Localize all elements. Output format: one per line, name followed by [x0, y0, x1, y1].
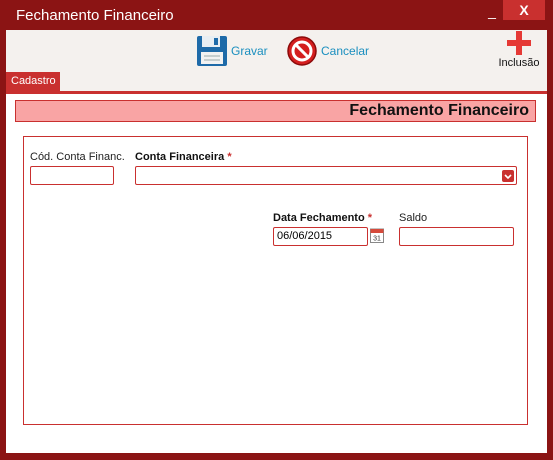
window-title: Fechamento Financeiro: [16, 7, 174, 24]
floppy-disk-icon: [197, 36, 227, 66]
data-fechamento-field[interactable]: 06/06/2015: [273, 227, 368, 246]
close-button[interactable]: X: [503, 0, 545, 20]
form-header: Fechamento Financeiro: [15, 100, 536, 122]
chevron-down-icon[interactable]: [502, 170, 514, 182]
plus-icon: [507, 31, 531, 55]
calendar-icon[interactable]: 31: [370, 227, 384, 243]
gravar-button[interactable]: Gravar: [196, 34, 268, 68]
cod-conta-field[interactable]: [30, 166, 114, 185]
data-fechamento-label: Data Fechamento *: [273, 212, 373, 224]
toolbar: Gravar Cancelar Inclusão: [6, 30, 547, 72]
cancel-icon: [287, 36, 317, 66]
tab-cadastro[interactable]: Cadastro: [6, 72, 60, 91]
window-titlebar: Fechamento Financeiro _ X: [0, 0, 553, 30]
calendar-day: 31: [373, 236, 381, 243]
gravar-label: Gravar: [231, 44, 268, 58]
conta-financeira-select[interactable]: [135, 166, 517, 185]
minimize-button[interactable]: _: [481, 2, 503, 22]
saldo-field[interactable]: [399, 227, 514, 246]
inclusao-button[interactable]: Inclusão: [496, 30, 542, 70]
cancelar-label: Cancelar: [321, 44, 370, 58]
cancelar-button[interactable]: Cancelar: [286, 34, 369, 68]
saldo-label: Saldo: [399, 212, 428, 224]
tab-bar: Cadastro: [6, 72, 547, 94]
conta-financeira-label: Conta Financeira *: [135, 151, 232, 163]
cod-conta-label: Cód. Conta Financ.: [30, 151, 125, 163]
window-content: Gravar Cancelar Inclusão Cadastro Fecham…: [6, 30, 547, 453]
form-header-title: Fechamento Financeiro: [349, 102, 529, 119]
inclusao-label: Inclusão: [498, 57, 540, 69]
